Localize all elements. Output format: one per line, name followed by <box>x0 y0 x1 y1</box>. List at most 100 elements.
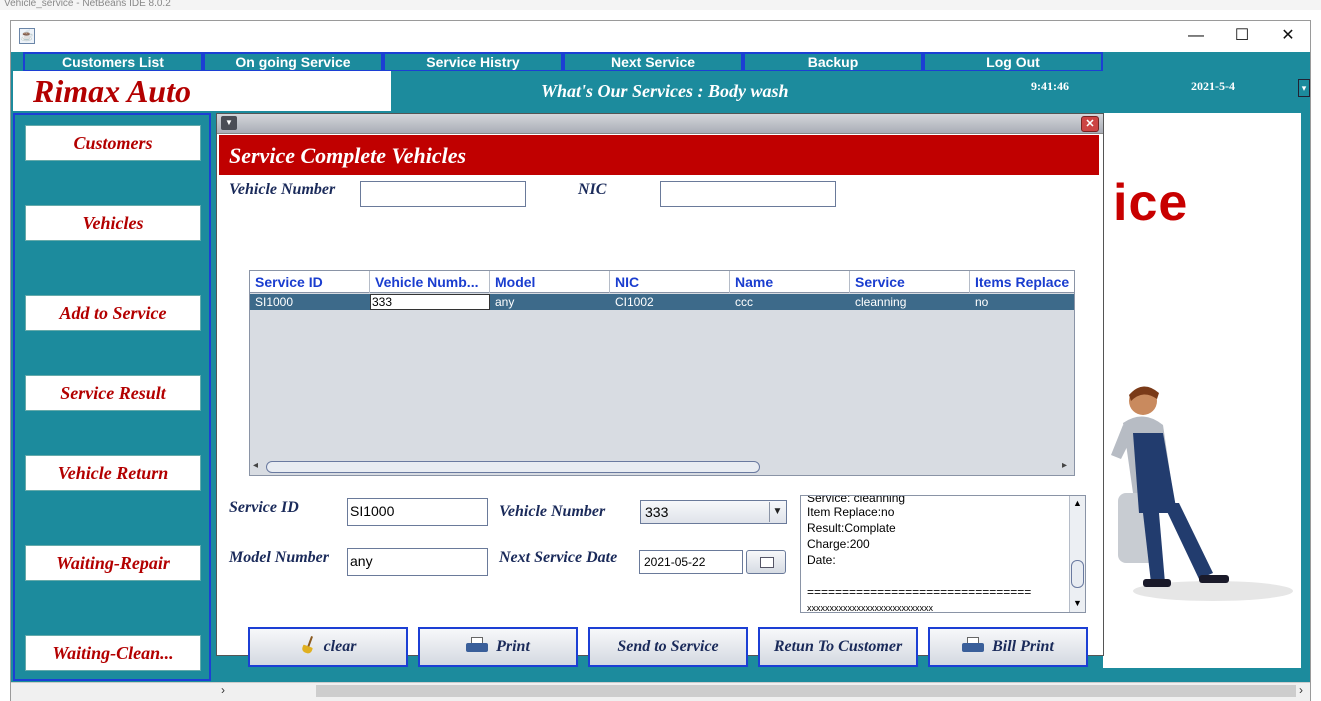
top-navigation: Customers List On going Service Service … <box>23 52 1103 72</box>
model-number-label: Model Number <box>229 549 329 566</box>
background-service-word: ice <box>1113 174 1189 232</box>
notes-line: Item Replace:no <box>807 505 895 519</box>
clock-date: 2021-5-4 <box>1191 79 1235 93</box>
service-complete-dialog: ▼ ✕ Service Complete Vehicles Vehicle Nu… <box>216 113 1104 667</box>
chevron-down-icon[interactable]: ▾ <box>1298 79 1310 97</box>
nav-backup[interactable]: Backup <box>743 52 923 72</box>
col-service-id[interactable]: Service ID <box>250 271 370 293</box>
cell-service[interactable]: cleanning <box>850 294 970 310</box>
screen: Vehicle_service - NetBeans IDE 8.0.2 ☕ —… <box>0 0 1321 701</box>
notes-scroll-thumb[interactable] <box>1071 560 1084 588</box>
cell-name[interactable]: ccc <box>730 294 850 310</box>
col-items-replace[interactable]: Items Replace <box>970 271 1074 293</box>
notes-line: ================================ <box>807 585 1032 599</box>
col-vehicle-number[interactable]: Vehicle Numb... <box>370 271 490 293</box>
window-titlebar[interactable]: ☕ — ☐ ✕ <box>11 21 1310 51</box>
table-scroll-thumb[interactable] <box>266 461 760 473</box>
app-window: ☕ — ☐ ✕ Customers List On going Service … <box>10 20 1311 701</box>
table-row[interactable]: SI1000 333 any CI1002 ccc cleanning no <box>250 294 1074 310</box>
printer-icon <box>466 637 489 653</box>
dialog-menu-icon[interactable]: ▼ <box>221 116 237 130</box>
java-app-icon: ☕ <box>19 28 35 44</box>
mechanic-illustration <box>1111 386 1293 601</box>
service-id-input[interactable]: SI1000 <box>347 498 488 526</box>
ide-strip-right <box>1121 0 1321 10</box>
dialog-close-icon[interactable]: ✕ <box>1081 116 1099 132</box>
scroll-right-arrow-icon[interactable]: ▸ <box>1062 460 1067 471</box>
next-service-date-input[interactable]: 2021-05-22 <box>639 550 743 574</box>
notes-vertical-scrollbar[interactable]: ▲ ▼ <box>1069 496 1085 612</box>
vehicle-number-search-input[interactable] <box>360 181 526 207</box>
dialog-titlebar[interactable]: ▼ ✕ <box>217 114 1103 134</box>
bill-print-button-label: Bill Print <box>992 638 1054 655</box>
calendar-icon <box>760 557 774 568</box>
nav-log-out[interactable]: Log Out <box>923 52 1103 72</box>
sidebar-add-to-service[interactable]: Add to Service <box>25 295 201 331</box>
minimize-button[interactable]: — <box>1173 21 1219 51</box>
nav-customers-list[interactable]: Customers List <box>23 52 203 72</box>
scroll-down-arrow-icon[interactable]: ▼ <box>1073 598 1082 608</box>
col-name[interactable]: Name <box>730 271 850 293</box>
print-button[interactable]: Print <box>418 627 578 667</box>
print-button-label: Print <box>496 638 530 655</box>
nav-service-history[interactable]: Service Histry <box>383 52 563 72</box>
service-table: Service ID Vehicle Numb... Model NIC Nam… <box>249 270 1075 476</box>
notes-line: Date: <box>807 553 836 567</box>
vehicle-number-combo-value: 333 <box>645 504 669 520</box>
col-model[interactable]: Model <box>490 271 610 293</box>
cell-items-replace[interactable]: no <box>970 294 1074 310</box>
vehicle-number-combo[interactable]: 333 ▼ <box>640 500 787 524</box>
sidebar-vehicles[interactable]: Vehicles <box>25 205 201 241</box>
nav-next-service[interactable]: Next Service <box>563 52 743 72</box>
maximize-button[interactable]: ☐ <box>1219 21 1265 51</box>
sidebar-customers[interactable]: Customers <box>25 125 201 161</box>
send-to-service-button[interactable]: Send to Service <box>588 627 748 667</box>
table-header: Service ID Vehicle Numb... Model NIC Nam… <box>250 271 1074 293</box>
nic-search-input[interactable] <box>660 181 836 207</box>
service-notes-textarea[interactable]: Service: cleanning Item Replace:no Resul… <box>800 495 1086 613</box>
table-horizontal-scrollbar[interactable]: ◂ ▸ <box>250 459 1074 475</box>
notes-line: Charge:200 <box>807 537 870 551</box>
return-to-customer-button[interactable]: Retun To Customer <box>758 627 918 667</box>
cell-model[interactable]: any <box>490 294 610 310</box>
model-number-input[interactable]: any <box>347 548 488 576</box>
close-window-button[interactable]: ✕ <box>1265 21 1311 51</box>
cell-service-id[interactable]: SI1000 <box>250 294 370 310</box>
nav-ongoing-service[interactable]: On going Service <box>203 52 383 72</box>
brand-logo-text: Rimax Auto <box>33 73 191 109</box>
nic-search-label: NIC <box>578 181 607 198</box>
printer-icon <box>962 637 985 653</box>
scroll-right-arrow-icon[interactable]: › <box>221 683 225 697</box>
bill-print-button[interactable]: Bill Print <box>928 627 1088 667</box>
cell-nic[interactable]: CI1002 <box>610 294 730 310</box>
broom-icon <box>300 636 316 655</box>
vehicle-number-label: Vehicle Number <box>499 503 606 520</box>
clear-button[interactable]: clear <box>248 627 408 667</box>
sidebar: Customers Vehicles Add to Service Servic… <box>13 113 211 681</box>
sidebar-vehicle-return[interactable]: Vehicle Return <box>25 455 201 491</box>
clear-button-label: clear <box>323 638 357 655</box>
scroll-left-arrow-icon[interactable]: ◂ <box>253 460 258 471</box>
background-service-panel: ice <box>1103 113 1303 668</box>
right-scrollbar[interactable] <box>1301 113 1309 681</box>
clock-time: 9:41:46 <box>1031 79 1069 93</box>
date-picker-button[interactable] <box>746 550 786 574</box>
scroll-up-arrow-icon[interactable]: ▲ <box>1073 498 1082 508</box>
notes-line: xxxxxxxxxxxxxxxxxxxxxxxxxxxx <box>807 603 933 613</box>
horizontal-scroll-thumb[interactable] <box>316 685 1296 697</box>
horizontal-scrollbar[interactable]: › › <box>11 682 1310 701</box>
col-service[interactable]: Service <box>850 271 970 293</box>
brand-panel: Rimax Auto <box>13 71 391 111</box>
dialog-body: Service Complete Vehicles Vehicle Number… <box>217 135 1103 667</box>
vehicle-number-search-label: Vehicle Number <box>229 181 336 198</box>
sidebar-waiting-clean[interactable]: Waiting-Clean... <box>25 635 201 671</box>
chevron-down-icon[interactable]: ▼ <box>769 502 785 522</box>
sidebar-service-result[interactable]: Service Result <box>25 375 201 411</box>
scroll-right-end-arrow-icon[interactable]: › <box>1299 683 1303 697</box>
cell-vehicle-number-editor[interactable]: 333 <box>370 294 490 310</box>
dialog-header: Service Complete Vehicles <box>219 135 1099 175</box>
sidebar-waiting-repair[interactable]: Waiting-Repair <box>25 545 201 581</box>
service-header: What's Our Services : Body wash 9:41:46 … <box>391 71 1310 111</box>
col-nic[interactable]: NIC <box>610 271 730 293</box>
services-marquee: What's Our Services : Body wash <box>541 81 789 101</box>
